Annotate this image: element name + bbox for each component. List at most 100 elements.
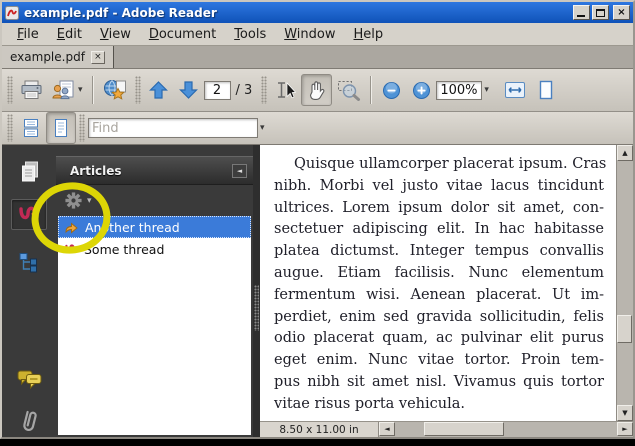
zoom-in-button[interactable] bbox=[406, 74, 436, 106]
article-thread-icon bbox=[16, 202, 43, 228]
menu-window[interactable]: Window bbox=[275, 25, 344, 44]
pdf-app-icon bbox=[5, 6, 19, 20]
collapse-panel-button[interactable]: ◄ bbox=[232, 164, 247, 178]
toolbar-grip[interactable] bbox=[7, 114, 13, 142]
article-thread-icon bbox=[64, 242, 78, 256]
document-line: platea dictumst. Integer tempus convalli… bbox=[274, 241, 604, 263]
tab-example-pdf[interactable]: example.pdf × bbox=[2, 46, 114, 68]
zoom-level-input[interactable] bbox=[436, 81, 482, 100]
scroll-down-button[interactable]: ▼ bbox=[617, 405, 633, 421]
horizontal-scroll-track[interactable] bbox=[395, 422, 617, 437]
document-line: odio placerat quam, ac pulvinar elit pur… bbox=[274, 328, 604, 350]
collaborate-dropdown-arrow: ▾ bbox=[78, 85, 83, 95]
toolbar-grip[interactable] bbox=[7, 76, 13, 104]
main-area: Articles ◄ ▾ bbox=[2, 145, 633, 437]
maximize-icon bbox=[596, 9, 605, 17]
hand-tool-icon bbox=[305, 79, 328, 101]
thread-item-some-thread[interactable]: Some thread bbox=[58, 238, 251, 260]
fit-width-button[interactable] bbox=[499, 74, 531, 106]
menu-file[interactable]: File bbox=[8, 25, 48, 44]
toolbar-grip[interactable] bbox=[135, 76, 141, 104]
zoom-dropdown-arrow[interactable]: ▾ bbox=[484, 85, 489, 95]
sidebar-item-attachments[interactable] bbox=[11, 407, 47, 437]
scroll-left-button[interactable]: ◄ bbox=[379, 422, 395, 436]
title-bar: example.pdf - Adobe Reader × bbox=[2, 2, 633, 23]
find-dropdown-arrow[interactable]: ▾ bbox=[260, 123, 265, 133]
toolbar-grip[interactable] bbox=[79, 114, 85, 142]
scroll-down-icon: ▼ bbox=[622, 409, 627, 417]
scroll-up-icon: ▲ bbox=[622, 149, 627, 157]
vertical-scrollbar[interactable]: ▲ ▼ bbox=[616, 145, 633, 421]
tab-close-button[interactable]: × bbox=[91, 51, 105, 64]
page-count-label: / 3 bbox=[236, 83, 253, 98]
scroll-right-button[interactable]: ► bbox=[617, 422, 633, 436]
document-line: nibh. Morbi vel justo vitae lacus tincid… bbox=[274, 176, 604, 198]
page-size-label: 8.50 x 11.00 in bbox=[260, 422, 378, 437]
collapse-icon: ◄ bbox=[237, 167, 242, 175]
share-online-button[interactable] bbox=[98, 74, 132, 106]
minimize-button[interactable] bbox=[573, 5, 590, 20]
fit-page-icon bbox=[536, 80, 556, 100]
sidebar-item-articles[interactable] bbox=[11, 199, 47, 230]
next-page-button[interactable] bbox=[174, 74, 204, 106]
up-arrow-icon bbox=[148, 80, 169, 100]
fit-width-icon bbox=[503, 80, 527, 100]
print-button[interactable] bbox=[16, 74, 47, 106]
sidebar-item-pages[interactable] bbox=[11, 157, 47, 187]
document-line: augue. Etiam facilisis. Nunc elementum bbox=[274, 263, 604, 285]
menu-tools[interactable]: Tools bbox=[225, 25, 275, 44]
horizontal-scrollbar[interactable]: ◄ ► bbox=[378, 422, 633, 437]
horizontal-scroll-thumb[interactable] bbox=[424, 422, 504, 436]
fit-page-button[interactable] bbox=[531, 74, 561, 106]
document-line: perdiet, enim sed gravida sollicitudin, … bbox=[274, 307, 604, 329]
toolbar-separator bbox=[92, 76, 93, 104]
document-line: eget enim. Nunc vitae tortor. Proin tem- bbox=[274, 350, 604, 372]
toolbar-grip[interactable] bbox=[261, 76, 267, 104]
document-page[interactable]: Quisque ullamcorper placerat ipsum. Cras… bbox=[260, 145, 616, 421]
options-menu-button[interactable]: ▾ bbox=[65, 192, 92, 209]
menu-edit[interactable]: Edit bbox=[48, 25, 91, 44]
hand-tool-button[interactable] bbox=[301, 74, 332, 106]
marquee-zoom-button[interactable] bbox=[332, 74, 365, 106]
scrolling-pages-icon bbox=[21, 118, 41, 138]
scroll-right-icon: ► bbox=[622, 425, 627, 433]
layers-tree-icon bbox=[18, 252, 40, 274]
select-tool-button[interactable] bbox=[270, 74, 301, 106]
panel-splitter[interactable] bbox=[253, 145, 260, 437]
sidebar-item-layers[interactable] bbox=[11, 248, 47, 278]
tab-close-icon: × bbox=[94, 52, 102, 62]
close-icon: × bbox=[617, 8, 625, 18]
splitter-grip[interactable] bbox=[254, 285, 259, 331]
previous-page-button[interactable] bbox=[144, 74, 174, 106]
page-number-input[interactable] bbox=[204, 81, 231, 100]
collaborate-button[interactable]: ▾ bbox=[47, 74, 87, 106]
vertical-scroll-thumb[interactable] bbox=[617, 315, 632, 343]
article-thread-list: Another thread Some thread bbox=[58, 216, 251, 435]
document-row: Quisque ullamcorper placerat ipsum. Cras… bbox=[260, 145, 633, 421]
articles-panel: Articles ◄ ▾ bbox=[56, 145, 253, 437]
sidebar-item-comments[interactable] bbox=[11, 364, 47, 394]
menu-view[interactable]: View bbox=[91, 25, 140, 44]
thread-item-another-thread[interactable]: Another thread bbox=[58, 216, 251, 238]
menu-help[interactable]: Help bbox=[345, 25, 393, 44]
document-column: Quisque ullamcorper placerat ipsum. Cras… bbox=[260, 145, 633, 437]
single-page-mode-button[interactable] bbox=[46, 112, 76, 144]
comments-icon bbox=[16, 368, 43, 390]
printer-icon bbox=[20, 80, 43, 100]
close-button[interactable]: × bbox=[613, 5, 630, 20]
document-line: vitae risus porta vehicula. bbox=[274, 394, 604, 416]
zoom-out-button[interactable] bbox=[376, 74, 406, 106]
thread-label: Another thread bbox=[85, 220, 180, 235]
scrolling-mode-button[interactable] bbox=[16, 112, 46, 144]
scroll-up-button[interactable]: ▲ bbox=[617, 145, 633, 161]
vertical-scroll-track[interactable] bbox=[617, 161, 633, 405]
down-arrow-icon bbox=[178, 80, 199, 100]
select-tool-icon bbox=[274, 80, 297, 100]
articles-panel-toolbar: ▾ bbox=[56, 185, 253, 216]
document-line: sectetuer adipiscing elit. In hac habita… bbox=[274, 219, 604, 241]
maximize-button[interactable] bbox=[592, 5, 609, 20]
menu-document[interactable]: Document bbox=[140, 25, 225, 44]
find-input[interactable] bbox=[88, 118, 258, 138]
articles-panel-header: Articles ◄ bbox=[56, 156, 253, 185]
window-title: example.pdf - Adobe Reader bbox=[24, 6, 217, 20]
